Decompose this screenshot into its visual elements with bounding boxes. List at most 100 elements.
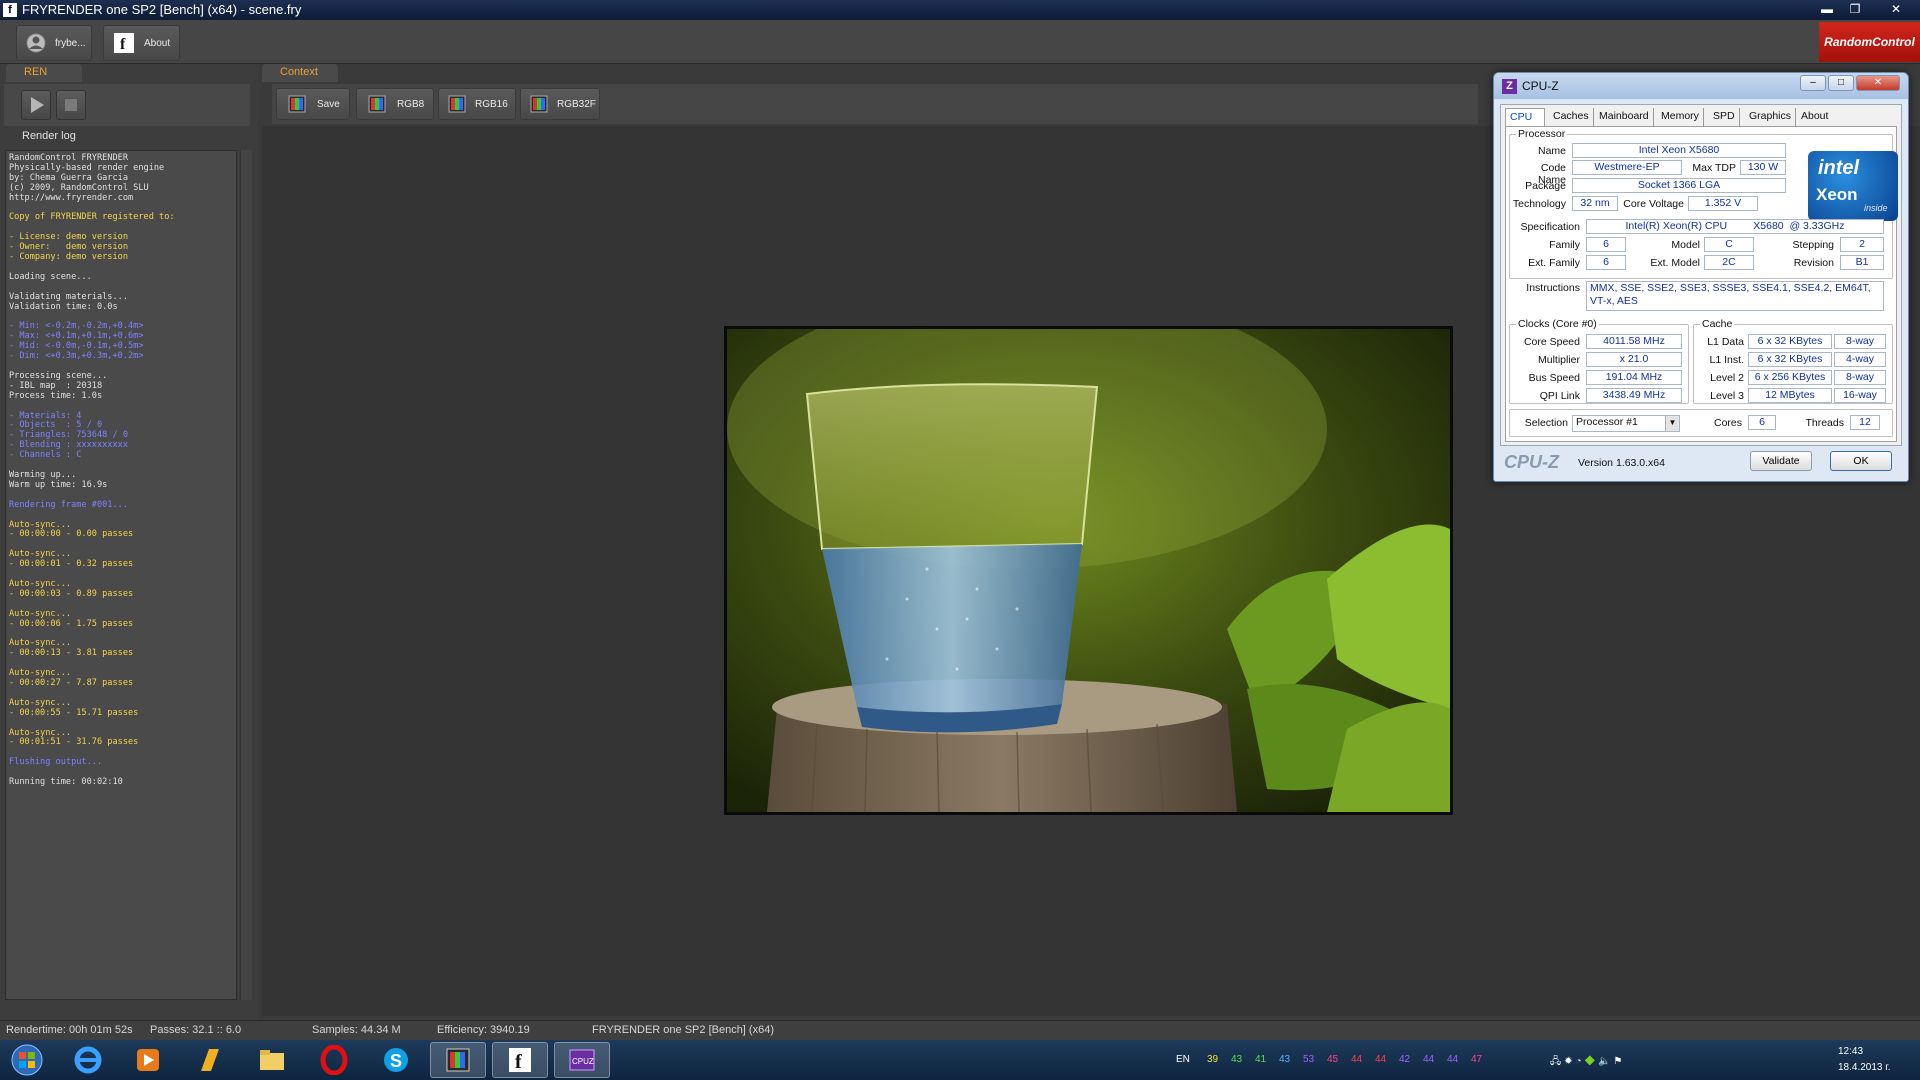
revision-value: B1 xyxy=(1840,255,1884,270)
save-button[interactable]: Save xyxy=(276,88,350,120)
validate-button[interactable]: Validate xyxy=(1750,451,1812,471)
render-log[interactable]: RandomControl FRYRENDER Physically-based … xyxy=(5,150,237,1000)
tab-mainboard[interactable]: Mainboard xyxy=(1595,108,1654,126)
cpuz-maximize-button[interactable]: □ xyxy=(1828,75,1854,91)
log-line: Flushing output... xyxy=(9,757,103,768)
cpuz-title: CPU-Z xyxy=(1522,79,1559,93)
cpuz-close-button[interactable]: ✕ xyxy=(1856,75,1900,91)
temperature-reading[interactable]: 44 xyxy=(1447,1054,1458,1065)
temperature-reading[interactable]: 44 xyxy=(1375,1054,1386,1065)
opera-taskbar-icon[interactable] xyxy=(306,1042,362,1078)
rgb8-icon xyxy=(365,92,389,116)
save-label: Save xyxy=(317,98,340,110)
nvidia-icon[interactable]: ◆ xyxy=(1584,1056,1595,1067)
tab-about[interactable]: About xyxy=(1797,108,1832,126)
chevron-down-icon[interactable]: ▼ xyxy=(1665,416,1679,431)
temperature-reading[interactable]: 44 xyxy=(1423,1054,1434,1065)
rgb8-label: RGB8 xyxy=(397,98,425,110)
tab-context[interactable]: Context xyxy=(262,64,338,82)
temperature-reading[interactable]: 42 xyxy=(1399,1054,1410,1065)
cpuz-minimize-button[interactable]: – xyxy=(1800,75,1826,91)
tab-ren[interactable]: REN xyxy=(6,64,82,82)
cores-value: 6 xyxy=(1748,415,1776,430)
temperature-reading[interactable]: 39 xyxy=(1207,1054,1218,1065)
explorer-taskbar-icon[interactable] xyxy=(244,1042,300,1078)
l1d-value: 6 x 32 KBytes xyxy=(1748,334,1832,349)
frybe-button[interactable]: frybe... xyxy=(16,25,92,61)
network-icon[interactable]: 🖧 xyxy=(1550,1056,1561,1067)
status-efficiency: Efficiency: 3940.19 xyxy=(437,1024,530,1036)
temperature-reading[interactable]: 53 xyxy=(1303,1054,1314,1065)
log-line: - 00:00:55 - 15.71 passes xyxy=(9,707,139,718)
extmodel-label: Ext. Model xyxy=(1650,257,1700,269)
ie-taskbar-icon[interactable] xyxy=(60,1042,116,1078)
taskbar: S f CPUZ EN 39 43 41 43 53 45 44 44 42 44 44 47 🖧 ✹… xyxy=(0,1040,1920,1080)
play-button[interactable] xyxy=(21,90,51,120)
log-line: Running time: 00:02:10 xyxy=(9,777,123,788)
xeon-logo-text: Xeon xyxy=(1816,185,1858,204)
maximize-button[interactable]: ❐ xyxy=(1844,1,1866,17)
title-bar: f FRYRENDER one SP2 [Bench] (x64) - scen… xyxy=(0,0,1920,20)
render-preview-image[interactable] xyxy=(724,326,1453,815)
clock-date[interactable]: 18.4.2013 г. xyxy=(1838,1062,1890,1073)
minimize-button[interactable]: ▬ xyxy=(1816,1,1838,17)
rgb16-label: RGB16 xyxy=(475,98,508,110)
temperature-reading[interactable]: 45 xyxy=(1327,1054,1338,1065)
technology-value: 32 nm xyxy=(1572,196,1618,211)
instructions-line-1: MMX, SSE, SSE2, SSE3, SSSE3, SSE4.1, SSE… xyxy=(1590,282,1871,294)
fryrender-scene-taskbar-icon[interactable] xyxy=(430,1042,486,1078)
instructions-value: MMX, SSE, SSE2, SSE3, SSSE3, SSE4.1, SSE… xyxy=(1586,281,1884,311)
media-player-taskbar-icon[interactable] xyxy=(120,1042,176,1078)
tab-memory[interactable]: Memory xyxy=(1657,108,1704,126)
winamp-taskbar-icon[interactable] xyxy=(182,1042,238,1078)
language-indicator[interactable]: EN xyxy=(1176,1054,1190,1065)
skype-taskbar-icon[interactable]: S xyxy=(368,1042,424,1078)
about-label: About xyxy=(144,37,171,49)
cpuz-footer: CPU-Z Version 1.63.0.x64 Validate OK xyxy=(1500,448,1902,478)
l1d-way: 8-way xyxy=(1834,334,1886,349)
corevoltage-value: 1.352 V xyxy=(1688,196,1758,211)
close-button[interactable]: ✕ xyxy=(1880,1,1912,17)
tab-spd[interactable]: SPD xyxy=(1709,108,1740,126)
rgb16-button[interactable]: RGB16 xyxy=(438,88,516,120)
volume-icon[interactable]: 🔈 xyxy=(1598,1056,1610,1067)
l1i-way: 4-way xyxy=(1834,352,1886,367)
cpuz-taskbar-icon[interactable]: CPUZ xyxy=(554,1042,610,1078)
fryrender-taskbar-icon[interactable]: f xyxy=(492,1042,548,1078)
tab-cpu[interactable]: CPU xyxy=(1505,108,1545,126)
tray-app-icon[interactable]: ✹ xyxy=(1564,1056,1573,1067)
start-button[interactable] xyxy=(2,1042,52,1078)
tab-graphics[interactable]: Graphics xyxy=(1745,108,1797,126)
log-line: - 00:00:01 - 0.32 passes xyxy=(9,559,134,570)
stop-button[interactable] xyxy=(56,90,86,120)
context-toolbar: Save RGB8 RGB16 RGB32F xyxy=(272,84,1478,124)
rgb32f-button[interactable]: RGB32F xyxy=(520,88,600,120)
temperature-reading[interactable]: 47 xyxy=(1471,1054,1482,1065)
wifi-icon[interactable]: ◔ xyxy=(1575,1056,1581,1067)
svg-text:f: f xyxy=(120,36,126,53)
log-scrollbar[interactable] xyxy=(240,150,252,1000)
l2-way: 8-way xyxy=(1834,370,1886,385)
family-label: Family xyxy=(1549,239,1580,251)
ok-button[interactable]: OK xyxy=(1830,451,1892,471)
temperature-reading[interactable]: 44 xyxy=(1351,1054,1362,1065)
app-toolbar: frybe... f About xyxy=(0,20,1920,64)
about-button[interactable]: f About xyxy=(103,25,180,61)
codename-value: Westmere-EP xyxy=(1572,160,1682,175)
model-label: Model xyxy=(1671,239,1700,251)
tab-caches[interactable]: Caches xyxy=(1549,108,1594,126)
temperature-reading[interactable]: 43 xyxy=(1231,1054,1242,1065)
clock-time[interactable]: 12:43 xyxy=(1838,1046,1863,1057)
log-line: - 00:01:51 - 31.76 passes xyxy=(9,737,139,748)
cpuz-title-bar[interactable]: Z CPU-Z – □ ✕ xyxy=(1494,73,1908,99)
temperature-reading[interactable]: 41 xyxy=(1255,1054,1266,1065)
busspeed-label: Bus Speed xyxy=(1528,372,1580,384)
qpi-label: QPI Link xyxy=(1539,390,1580,402)
selection-dropdown[interactable]: Processor #1 ▼ xyxy=(1572,415,1680,432)
rgb8-button[interactable]: RGB8 xyxy=(356,88,434,120)
flag-icon[interactable]: ⚑ xyxy=(1613,1056,1622,1067)
temperature-reading[interactable]: 43 xyxy=(1279,1054,1290,1065)
randomcontrol-brand: RandomControl xyxy=(1819,22,1920,62)
render-controls xyxy=(4,84,250,126)
corespeed-value: 4011.58 MHz xyxy=(1586,334,1682,349)
